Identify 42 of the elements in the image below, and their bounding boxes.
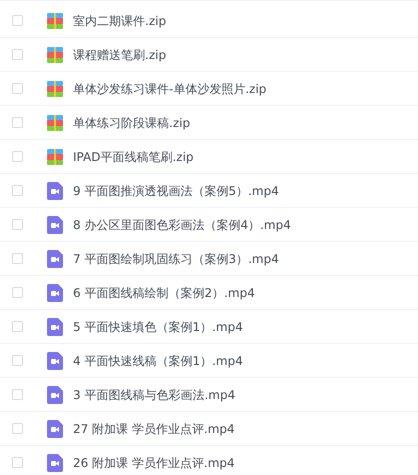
video-file-icon [47,250,63,268]
video-file-icon [47,284,63,302]
checkbox[interactable] [12,457,23,468]
checkbox[interactable] [12,423,23,434]
checkbox[interactable] [12,151,23,162]
video-file-icon [47,216,63,234]
file-name[interactable]: 单体练习阶段课稿.zip [73,114,190,132]
checkbox[interactable] [12,15,23,26]
file-name[interactable]: 课程赠送笔刷.zip [73,46,166,64]
archive-icon [47,114,63,130]
video-file-icon [47,386,63,404]
file-name[interactable]: 室内二期课件.zip [73,12,166,30]
file-name[interactable]: 26 附加课 学员作业点评.mp4 [73,454,235,472]
checkbox[interactable] [12,389,23,400]
checkbox[interactable] [12,253,23,264]
checkbox[interactable] [12,355,23,366]
file-name[interactable]: 8 办公区里面图色彩画法（案例4）.mp4 [73,216,291,234]
video-file-icon [47,318,63,336]
video-file-icon [47,352,63,370]
file-name[interactable]: 9 平面图推演透视画法（案例5）.mp4 [73,182,279,200]
checkbox[interactable] [12,321,23,332]
archive-icon [47,46,63,62]
file-name[interactable]: 4 平面快速线稿（案例1）.mp4 [73,352,243,370]
file-name[interactable]: 5 平面快速填色（案例1）.mp4 [73,318,243,336]
archive-icon [47,12,63,28]
checkbox[interactable] [12,287,23,298]
checkbox[interactable] [12,83,23,94]
checkbox[interactable] [12,117,23,128]
file-name[interactable]: 3 平面图线稿与色彩画法.mp4 [73,386,236,404]
file-name[interactable]: 单体沙发练习课件-单体沙发照片.zip [73,80,266,98]
file-name[interactable]: IPAD平面线稿笔刷.zip [73,148,194,166]
file-name[interactable]: 6 平面图线稿绘制（案例2）.mp4 [73,284,255,302]
archive-icon [47,80,63,96]
video-file-icon [47,182,63,200]
checkbox[interactable] [12,185,23,196]
checkbox[interactable] [12,219,23,230]
file-name[interactable]: 27 附加课 学员作业点评.mp4 [73,420,235,438]
video-file-icon [47,454,63,472]
video-file-icon [47,420,63,438]
file-name[interactable]: 7 平面图绘制巩固练习（案例3）.mp4 [73,250,279,268]
archive-icon [47,148,63,164]
checkbox[interactable] [12,49,23,60]
